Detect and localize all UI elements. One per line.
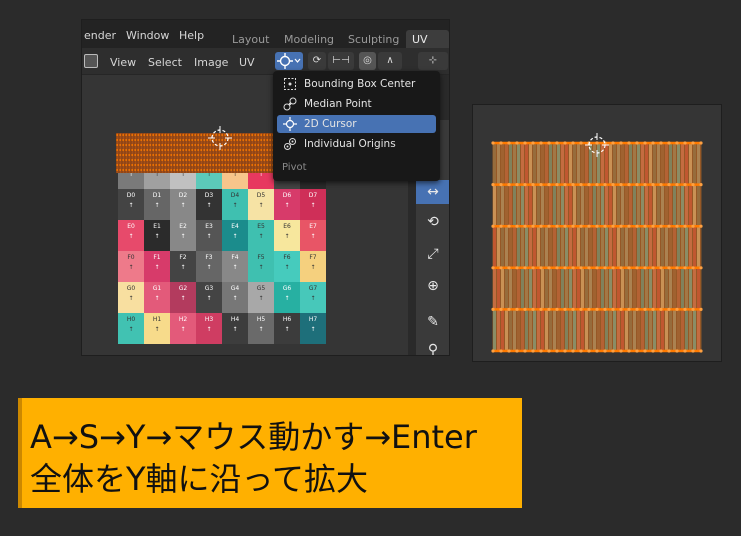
caption-line-2: 全体をY軸に沿って拡大 bbox=[30, 460, 368, 498]
checker-cell: D1 ↑ bbox=[144, 189, 170, 220]
pivot-item-label: Bounding Box Center bbox=[304, 78, 416, 90]
uv-editor-screenshot: ender Window Help Layout Modeling Sculpt… bbox=[81, 19, 450, 356]
pivot-item-bounding-box-center[interactable]: Bounding Box Center bbox=[277, 75, 436, 93]
checker-cell: E5 ↑ bbox=[248, 220, 274, 251]
checker-cell: G5 ↑ bbox=[248, 282, 274, 313]
checker-cell: G6 ↑ bbox=[274, 282, 300, 313]
pivot-item-label: Individual Origins bbox=[304, 138, 396, 150]
checker-cell: F3 ↑ bbox=[196, 251, 222, 282]
uv-checker-grid: C0 ↑C1 ↑C2 ↑C3 ↑C4 ↑C5 ↑C6 ↑C7 ↑D0 ↑D1 ↑… bbox=[118, 158, 326, 344]
checker-cell: E4 ↑ bbox=[222, 220, 248, 251]
2d-cursor-pivot-icon bbox=[283, 117, 297, 131]
tab-modeling[interactable]: Modeling bbox=[284, 33, 334, 46]
checker-cell: F4 ↑ bbox=[222, 251, 248, 282]
checker-cell: H3 ↑ bbox=[196, 313, 222, 344]
grab-tool-icon[interactable]: ⚲ bbox=[421, 338, 445, 355]
header-menu-view[interactable]: View bbox=[110, 56, 136, 69]
checker-cell: F6 ↑ bbox=[274, 251, 300, 282]
checker-cell: F5 ↑ bbox=[248, 251, 274, 282]
uv-stretched-islands bbox=[491, 133, 703, 353]
checker-cell: H0 ↑ bbox=[118, 313, 144, 344]
checker-cell: E3 ↑ bbox=[196, 220, 222, 251]
falloff-icon[interactable]: ∧ bbox=[378, 52, 402, 70]
proportional-edit-icon[interactable]: ◎ bbox=[359, 52, 376, 70]
menu-help[interactable]: Help bbox=[179, 29, 204, 42]
pivot-menu-title: Pivot bbox=[282, 162, 307, 173]
pivot-item-label: 2D Cursor bbox=[304, 118, 357, 130]
top-bar: ender Window Help Layout Modeling Sculpt… bbox=[82, 20, 449, 62]
checker-cell: D3 ↑ bbox=[196, 189, 222, 220]
pivot-cursor-icon bbox=[277, 53, 301, 69]
rotate-tool-icon[interactable]: ⟲ bbox=[421, 210, 445, 234]
checker-cell: G3 ↑ bbox=[196, 282, 222, 313]
checker-cell: E7 ↑ bbox=[300, 220, 326, 251]
checker-cell: E0 ↑ bbox=[118, 220, 144, 251]
tab-sculpting[interactable]: Sculpting bbox=[348, 33, 399, 46]
checker-cell: D6 ↑ bbox=[274, 189, 300, 220]
menu-render[interactable]: ender bbox=[84, 29, 116, 42]
checker-cell: G0 ↑ bbox=[118, 282, 144, 313]
checker-cell: H1 ↑ bbox=[144, 313, 170, 344]
caption-line-1: A→S→Y→マウス動かす→Enter bbox=[30, 418, 477, 456]
annotate-tool-icon[interactable]: ✎ bbox=[421, 310, 445, 334]
uv-scaled-result-screenshot bbox=[472, 104, 722, 362]
checker-cell: E2 ↑ bbox=[170, 220, 196, 251]
checker-cell: D5 ↑ bbox=[248, 189, 274, 220]
header-menu-image[interactable]: Image bbox=[194, 56, 228, 69]
checker-cell: D7 ↑ bbox=[300, 189, 326, 220]
checker-cell: E1 ↑ bbox=[144, 220, 170, 251]
checker-cell: E6 ↑ bbox=[274, 220, 300, 251]
checker-cell: F7 ↑ bbox=[300, 251, 326, 282]
individual-origins-icon bbox=[284, 138, 296, 150]
checker-cell: D0 ↑ bbox=[118, 189, 144, 220]
2d-cursor-icon bbox=[208, 126, 232, 150]
move-tool-icon[interactable]: ↔ bbox=[421, 180, 445, 204]
pivot-item-2d-cursor[interactable]: 2D Cursor bbox=[277, 115, 436, 133]
checker-cell: G4 ↑ bbox=[222, 282, 248, 313]
tab-layout[interactable]: Layout bbox=[232, 33, 269, 46]
checker-cell: D4 ↑ bbox=[222, 189, 248, 220]
checker-cell: H4 ↑ bbox=[222, 313, 248, 344]
median-point-icon bbox=[283, 97, 297, 111]
instruction-caption: A→S→Y→マウス動かす→Enter 全体をY軸に沿って拡大 bbox=[18, 398, 522, 508]
scale-tool-icon[interactable]: ⤢ bbox=[421, 242, 445, 266]
pivot-point-button[interactable] bbox=[275, 52, 303, 70]
checker-cell: G2 ↑ bbox=[170, 282, 196, 313]
checker-cell: D2 ↑ bbox=[170, 189, 196, 220]
checker-cell: H5 ↑ bbox=[248, 313, 274, 344]
checker-cell: H2 ↑ bbox=[170, 313, 196, 344]
pivot-item-median-point[interactable]: Median Point bbox=[277, 95, 436, 113]
checker-cell: G1 ↑ bbox=[144, 282, 170, 313]
checker-cell: F1 ↑ bbox=[144, 251, 170, 282]
overlay-icon[interactable]: ⊹ bbox=[418, 52, 448, 70]
pivot-item-label: Median Point bbox=[304, 98, 372, 110]
header-menu-uv[interactable]: UV bbox=[239, 56, 255, 69]
checker-cell: H7 ↑ bbox=[300, 313, 326, 344]
editor-type-icon[interactable] bbox=[84, 54, 98, 68]
checker-cell: F0 ↑ bbox=[118, 251, 144, 282]
bounding-box-icon bbox=[284, 78, 296, 90]
header-menu-select[interactable]: Select bbox=[148, 56, 182, 69]
caption-edge bbox=[18, 398, 22, 508]
checker-cell: F2 ↑ bbox=[170, 251, 196, 282]
pivot-point-dropdown: Bounding Box Center Median Point 2D Curs… bbox=[273, 71, 440, 181]
snap-icon[interactable]: ⟳ bbox=[308, 52, 326, 70]
pivot-item-individual-origins[interactable]: Individual Origins bbox=[277, 135, 436, 153]
transform-tool-icon[interactable]: ⊕ bbox=[421, 274, 445, 298]
checker-cell: H6 ↑ bbox=[274, 313, 300, 344]
snap-target-icon[interactable]: ⊢⊣ bbox=[328, 52, 354, 70]
checker-cell: G7 ↑ bbox=[300, 282, 326, 313]
menu-window[interactable]: Window bbox=[126, 29, 169, 42]
